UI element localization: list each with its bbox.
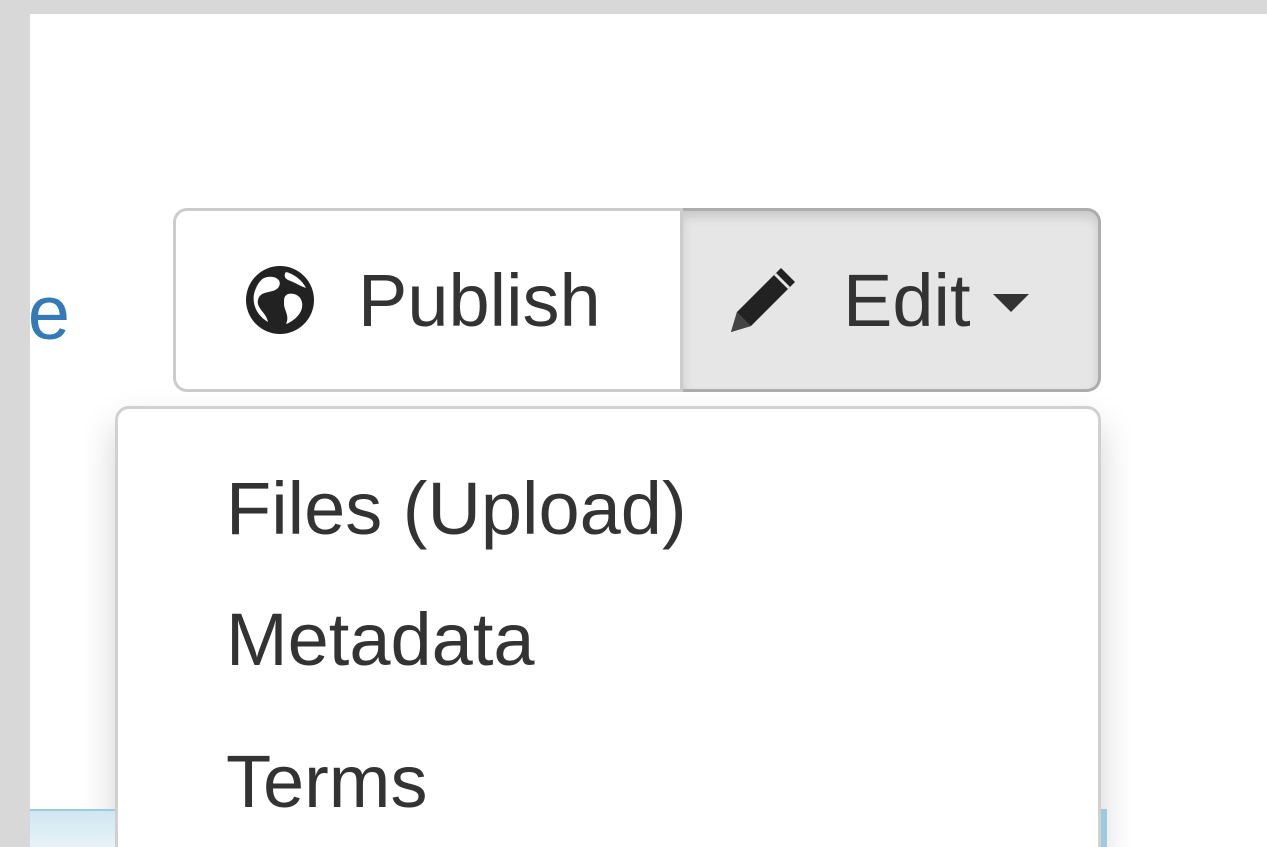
panel-header-edge bbox=[30, 809, 115, 847]
publish-button[interactable]: Publish bbox=[173, 208, 683, 392]
chevron-down-icon bbox=[992, 294, 1029, 312]
pencil-icon bbox=[723, 260, 803, 340]
panel-border-edge bbox=[1101, 809, 1107, 847]
edit-dropdown-menu: Files (Upload) Metadata Terms bbox=[115, 406, 1101, 847]
page-content: e Publish Edit Files (Upload) Metadata T… bbox=[30, 14, 1267, 847]
edit-button-label: Edit bbox=[843, 258, 971, 342]
edit-dropdown-button[interactable]: Edit bbox=[683, 208, 1101, 392]
menu-item-files-upload[interactable]: Files (Upload) bbox=[118, 449, 1098, 569]
dataset-action-button-group: Publish Edit bbox=[173, 208, 1101, 392]
globe-icon bbox=[244, 264, 316, 336]
clipped-link-text[interactable]: e bbox=[30, 276, 70, 352]
menu-item-terms[interactable]: Terms bbox=[118, 711, 1098, 847]
publish-button-label: Publish bbox=[358, 258, 601, 342]
menu-item-metadata[interactable]: Metadata bbox=[118, 569, 1098, 711]
